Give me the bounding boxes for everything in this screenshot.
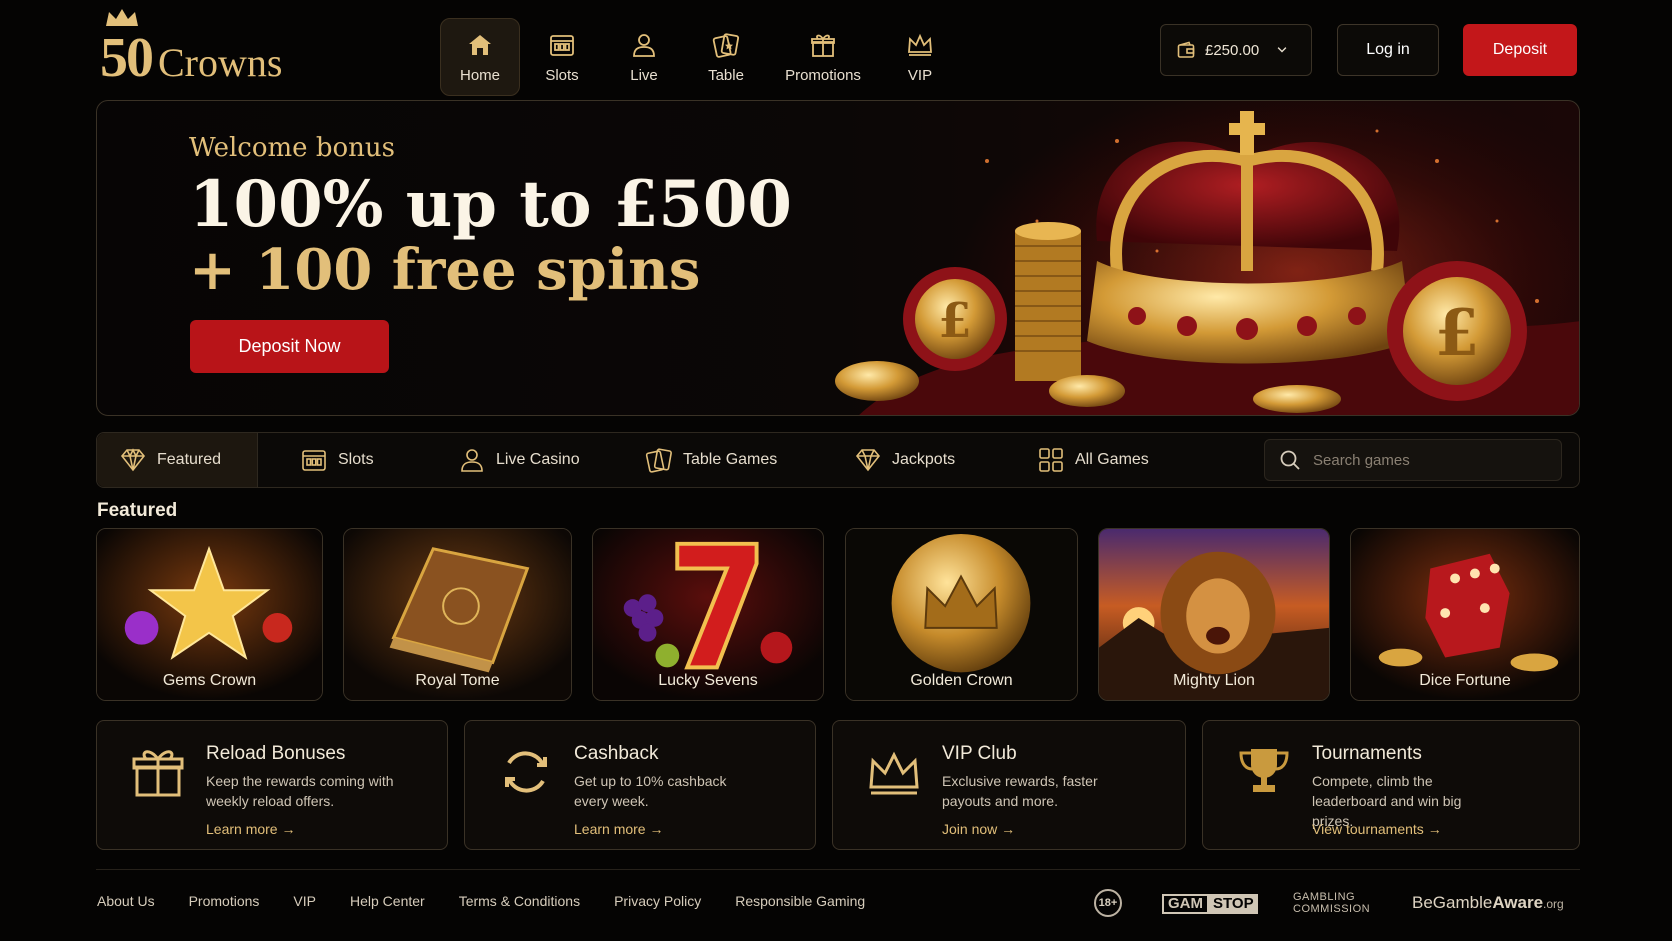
- nav-table[interactable]: Table: [686, 18, 766, 96]
- age-restriction-badge: 18+: [1094, 889, 1122, 917]
- deposit-now-button[interactable]: Deposit Now: [190, 320, 389, 373]
- nav-home[interactable]: Home: [440, 18, 520, 96]
- footer-divider: [96, 869, 1580, 870]
- gift-icon: [132, 750, 184, 797]
- footer-link-vip[interactable]: VIP: [293, 893, 316, 909]
- crown-coins-illustration: £ £: [835, 101, 1579, 415]
- footer-link-responsible[interactable]: Responsible Gaming: [735, 893, 865, 909]
- footer-link-terms[interactable]: Terms & Conditions: [459, 893, 580, 909]
- game-tile-dice-fortune[interactable]: Dice Fortune: [1350, 528, 1580, 701]
- begambleaware-logo[interactable]: BeGambleAware.org: [1412, 893, 1564, 913]
- svg-text:£: £: [938, 293, 971, 349]
- hero-subheadline: + 100 free spins: [189, 237, 701, 303]
- main-nav: Home Slots Live Table Promotions VIP: [440, 18, 962, 96]
- category-slots[interactable]: Slots: [300, 433, 374, 487]
- nav-promotions[interactable]: Promotions: [768, 18, 878, 96]
- refresh-icon: [505, 751, 547, 793]
- footer-link-about[interactable]: About Us: [97, 893, 155, 909]
- footer-links: About Us Promotions VIP Help Center Term…: [97, 893, 899, 909]
- join-now-link[interactable]: Join now →: [942, 821, 1015, 837]
- hero-eyebrow: Welcome bonus: [189, 133, 395, 163]
- promo-card-reload-bonuses[interactable]: Reload Bonuses Keep the rewards coming w…: [96, 720, 448, 850]
- game-category-bar: Featured Slots Live Casino Table Games J…: [96, 432, 1580, 488]
- game-tile-lucky-sevens[interactable]: Lucky Sevens: [592, 528, 824, 701]
- welcome-bonus-banner: £ £ Welcome bonus 100% up to £500 + 100 …: [96, 100, 1580, 416]
- trophy-icon: [1239, 749, 1289, 792]
- deposit-button[interactable]: Deposit: [1463, 24, 1577, 76]
- game-tile-golden-crown[interactable]: Golden Crown: [845, 528, 1078, 701]
- user-icon: [633, 33, 655, 57]
- balance-amount: £250.00: [1205, 41, 1260, 59]
- wallet-balance-dropdown[interactable]: £250.00: [1160, 24, 1312, 76]
- slots-icon: [302, 450, 326, 471]
- promo-card-tournaments[interactable]: Tournaments Compete, climb the leaderboa…: [1202, 720, 1580, 850]
- cards-icon: [645, 448, 672, 473]
- game-tile-gems-crown[interactable]: Gems Crown: [96, 528, 323, 701]
- category-table-games[interactable]: Table Games: [645, 433, 777, 487]
- promo-card-vip-club[interactable]: VIP Club Exclusive rewards, faster payou…: [832, 720, 1186, 850]
- game-tile-mighty-lion[interactable]: Mighty Lion: [1098, 528, 1330, 701]
- search-icon: [1280, 450, 1300, 470]
- search-input[interactable]: [1313, 451, 1543, 469]
- crown-icon: [908, 33, 932, 56]
- gift-icon: [811, 34, 835, 57]
- game-tile-royal-tome[interactable]: Royal Tome: [343, 528, 572, 701]
- cards-icon: [712, 32, 740, 58]
- category-all-games[interactable]: All Games: [1037, 433, 1149, 487]
- logo-crown-icon: [106, 9, 138, 26]
- diamond-icon: [120, 448, 146, 472]
- slots-icon: [550, 34, 574, 56]
- grid-icon: [1039, 448, 1063, 472]
- diamond-icon: [855, 449, 881, 472]
- featured-section-title: Featured: [97, 500, 178, 521]
- learn-more-link[interactable]: Learn more →: [574, 821, 663, 837]
- category-featured[interactable]: Featured: [97, 433, 258, 487]
- category-live-casino[interactable]: Live Casino: [458, 433, 580, 487]
- site-logo[interactable]: 50 Crowns: [100, 8, 310, 89]
- gambling-commission-logo[interactable]: GAMBLING COMMISSION: [1293, 891, 1370, 915]
- learn-more-link[interactable]: Learn more →: [206, 821, 295, 837]
- hero-headline: 100% up to £500: [189, 167, 792, 242]
- footer-link-help[interactable]: Help Center: [350, 893, 425, 909]
- footer-link-promotions[interactable]: Promotions: [189, 893, 260, 909]
- chevron-down-icon: [1277, 47, 1287, 53]
- gamstop-logo[interactable]: GAM STOP: [1162, 894, 1258, 914]
- wallet-icon: [1177, 41, 1195, 58]
- nav-vip[interactable]: VIP: [880, 18, 960, 96]
- home-icon: [469, 34, 491, 55]
- search-box: [1264, 439, 1562, 481]
- nav-slots[interactable]: Slots: [522, 18, 602, 96]
- nav-live[interactable]: Live: [604, 18, 684, 96]
- view-tournaments-link[interactable]: View tournaments →: [1312, 821, 1442, 837]
- logo-wordmark: 50 Crowns: [100, 27, 283, 89]
- login-button[interactable]: Log in: [1337, 24, 1439, 76]
- category-jackpots[interactable]: Jackpots: [854, 433, 955, 487]
- svg-text:£: £: [1435, 296, 1480, 371]
- promo-card-cashback[interactable]: Cashback Get up to 10% cashback every we…: [464, 720, 816, 850]
- footer-link-privacy[interactable]: Privacy Policy: [614, 893, 701, 909]
- crown-icon: [869, 751, 919, 795]
- user-icon: [461, 449, 483, 472]
